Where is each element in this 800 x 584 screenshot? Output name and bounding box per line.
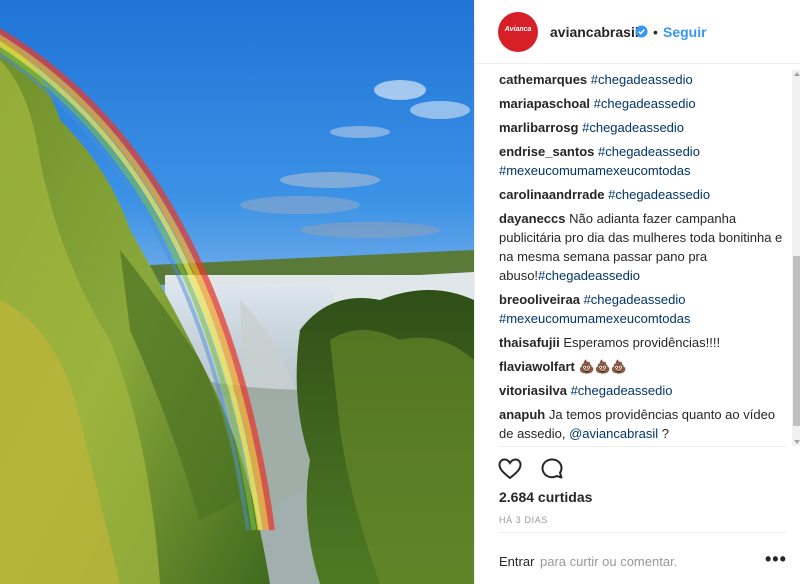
login-link[interactable]: Entrar [499,554,534,569]
post-photo[interactable] [0,0,474,584]
comment-username[interactable]: cathemarques [499,72,587,87]
comment-username[interactable]: thaisafujii [499,335,560,350]
login-prompt-text: para curtir ou comentar. [540,554,678,569]
comment-username[interactable]: flaviawolfart [499,359,575,374]
comment-username[interactable]: marlibarrosg [499,120,578,135]
hashtag-link[interactable]: #chegadeassedio [598,144,700,159]
comment-item: marlibarrosg #chegadeassedio [499,118,787,137]
more-options-button[interactable]: ••• [765,549,787,570]
divider [499,446,787,447]
verified-badge-icon [635,25,648,38]
likes-count[interactable]: 2.684 curtidas [499,489,592,505]
comment-username[interactable]: mariapaschoal [499,96,590,111]
avatar-logo-text: Avianca [504,26,532,33]
comment-item: breooliveiraa #chegadeassedio #mexeucomu… [499,290,787,328]
comment-item: thaisafujii Esperamos providências!!!! [499,333,787,352]
comment-text: Esperamos providências!!!! [563,335,721,350]
comment-item: vitoriasilva #chegadeassedio [499,381,787,400]
post-username[interactable]: aviancabrasil [550,24,639,40]
comment-username[interactable]: carolinaandrrade [499,187,605,202]
post-actions [497,456,577,482]
post-header: Avianca aviancabrasil • Seguir [475,0,800,64]
comment-item: flaviawolfart 💩💩💩 [499,357,787,376]
comment-item: dayaneccs Não adianta fazer campanha pub… [499,209,787,285]
comment-item: endrise_santos #chegadeassedio #mexeucom… [499,142,787,180]
hashtag-link[interactable]: #chegadeassedio [591,72,693,87]
hashtag-link[interactable]: #chegadeassedio [594,96,696,111]
mention-link[interactable]: @aviancabrasil [569,426,658,441]
heart-icon[interactable] [497,456,523,482]
scroll-down-arrow-icon[interactable] [794,440,800,444]
comment-text: ? [658,426,670,441]
comment-username[interactable]: dayaneccs [499,211,566,226]
hashtag-link[interactable]: #chegadeassedio [608,187,710,202]
instagram-post: Avianca aviancabrasil • Seguir cathemarq… [0,0,800,584]
follow-button[interactable]: Seguir [663,24,707,40]
comment-text: 💩💩💩 [578,359,628,374]
scrollbar-thumb[interactable] [793,256,800,426]
hashtag-link[interactable]: #chegadeassedio [571,383,673,398]
waterfall-rainbow-image [0,0,474,584]
comment-item: carolinaandrrade #chegadeassedio [499,185,787,204]
comment-bubble-icon[interactable] [539,456,565,482]
separator-dot: • [653,24,658,40]
hashtag-link[interactable]: #mexeucomumamexeucomtodas [499,311,690,326]
scroll-up-arrow-icon[interactable] [794,72,800,76]
hashtag-link[interactable]: #mexeucomumamexeucomtodas [499,163,690,178]
hashtag-link[interactable]: #chegadeassedio [582,120,684,135]
add-comment-section: Entrar para curtir ou comentar. ••• [499,532,787,584]
comments-scrollbar[interactable] [792,70,800,446]
comment-username[interactable]: vitoriasilva [499,383,567,398]
hashtag-link[interactable]: #chegadeassedio [584,292,686,307]
avatar[interactable]: Avianca [498,12,538,52]
comment-item: cathemarques #chegadeassedio [499,70,787,89]
comment-item: mariapaschoal #chegadeassedio [499,94,787,113]
comment-username[interactable]: endrise_santos [499,144,594,159]
comments-list[interactable]: cathemarques #chegadeassedio mariapaschoa… [499,70,787,444]
hashtag-link[interactable]: #chegadeassedio [538,268,640,283]
post-timestamp: HÁ 3 DIAS [499,515,548,525]
comment-username[interactable]: anapuh [499,407,545,422]
post-side-panel: Avianca aviancabrasil • Seguir cathemarq… [474,0,800,584]
comment-item: anapuh Ja temos providências quanto ao v… [499,405,787,443]
comment-username[interactable]: breooliveiraa [499,292,580,307]
